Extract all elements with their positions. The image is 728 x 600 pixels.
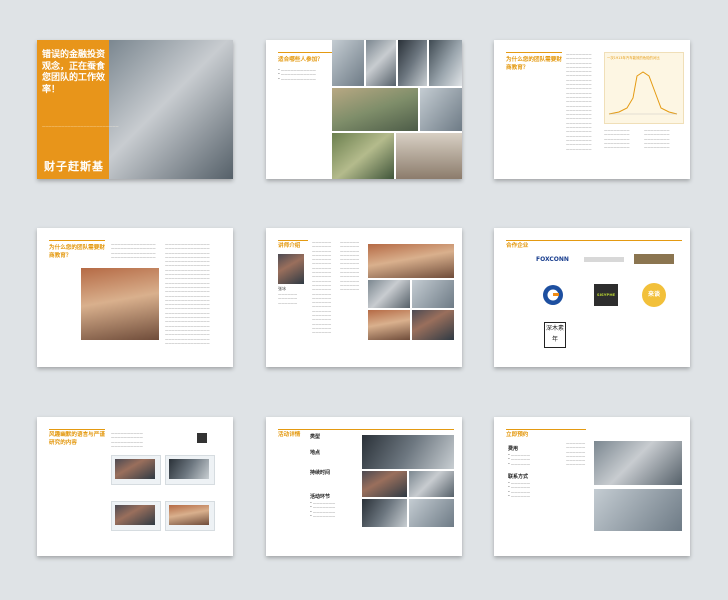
class-photo	[412, 280, 454, 308]
class-photo	[412, 310, 454, 340]
label-activities: 活动环节	[310, 494, 331, 500]
photo	[332, 88, 418, 131]
event-photo	[409, 499, 454, 527]
heading-rule	[506, 240, 682, 241]
contact-text: • —————— • —————— • —————— • ——————	[508, 481, 531, 498]
page-heading: 风趣幽默的语言与严谨研究的内容	[49, 432, 105, 446]
team-photo	[81, 268, 159, 340]
photo	[429, 40, 462, 86]
heading-rule	[506, 429, 586, 430]
logo-foxconn: FOXCONN	[536, 256, 569, 263]
brochure-page-why-chart: 为什么您的团队需要财商教育？ ———————— ———————— ———————— —…	[494, 40, 690, 179]
page-heading: 讲师介绍	[278, 243, 301, 249]
photo	[396, 133, 462, 179]
heading-rule	[506, 52, 562, 53]
heading-rule	[278, 52, 334, 53]
heading-rule	[49, 429, 105, 430]
heading-rule	[278, 429, 454, 430]
video-thumbnail	[165, 455, 215, 485]
body-text: ————————————————————————————————————————	[111, 431, 143, 448]
booking-photo	[594, 489, 682, 531]
chart-title: 一次1913年汽车能效的危险的对比	[607, 56, 660, 60]
page-heading: 为什么您的团队需要财商教育？	[49, 245, 105, 259]
event-photo	[362, 499, 407, 527]
body-text: ————————————————————————————————————————…	[111, 242, 156, 259]
brochure-page-content: 风趣幽默的语言与严谨研究的内容 —————————— —————————— ————…	[37, 417, 233, 556]
booking-photo	[594, 441, 682, 485]
cover-title: 错误的金融投资观念，正在蚕食您团队的工作效率！	[42, 50, 106, 95]
photo	[366, 40, 396, 86]
brochure-page-details: 活动详情 类型 地点 持续时间 活动环节 • ——————— • ——————— •…	[266, 417, 462, 556]
page-heading: 立即预约	[506, 432, 529, 438]
partner-logo	[584, 257, 624, 262]
heading-rule	[278, 240, 308, 241]
class-photo	[368, 310, 410, 340]
photo	[398, 40, 427, 86]
logo-shenmu: 深木素年	[544, 322, 566, 348]
fee-text: • —————— • —————— • ——————	[508, 453, 531, 466]
event-photo	[409, 471, 454, 497]
body-text: ————————————————————————————————————————	[604, 128, 630, 150]
logo-sisyphe: SISYPHE	[594, 284, 618, 306]
event-photo	[362, 435, 454, 469]
partner-logo	[634, 254, 674, 264]
brochure-page-instructor: 讲师介绍 张冰 —————— —————— —————— —————— —————— —…	[266, 228, 462, 367]
photo	[332, 40, 364, 86]
body-text: —————— —————— —————— —————— —————— ——————	[566, 441, 586, 467]
page-heading: 为什么您的团队需要财商教育？	[506, 57, 562, 71]
photo	[420, 88, 462, 131]
brochure-page-why-team: 为什么您的团队需要财商教育？ —————————————— ———————————…	[37, 228, 233, 367]
instructor-bio: —————— —————— ——————	[278, 292, 298, 305]
line-chart	[608, 71, 678, 115]
brochure-page-cover: 错误的金融投资观念，正在蚕食您团队的工作效率！ ————————————————…	[37, 40, 233, 179]
brochure-page-audience: 适合哪些人参加？ • ——————————— • ——————————— • ———…	[266, 40, 462, 179]
audience-list: • ——————————— • ——————————— • ———————————	[278, 68, 316, 81]
body-text: ————————————————————————————————————————…	[566, 52, 592, 151]
chart-box: 一次1913年汽车能效的危险的对比	[604, 52, 684, 124]
video-thumbnail	[111, 455, 161, 485]
qr-code	[197, 433, 207, 443]
partner-logo-g	[543, 285, 563, 305]
label-fee: 费用	[508, 446, 519, 452]
body-text: ————————————————————————————————————————	[644, 128, 670, 150]
brochure-page-partners: 合作企业 FOXCONN SISYPHE 来谈 深木素年	[494, 228, 690, 367]
label-location: 地点	[310, 450, 321, 456]
label-type: 类型	[310, 434, 321, 440]
seminar-photo	[109, 40, 233, 179]
body-text: ————————————————————————————————————————…	[340, 240, 360, 292]
cover-subtext: ————————————————————————	[42, 124, 119, 128]
activities-list: • ——————— • ——————— • ——————— • ———————	[310, 501, 336, 518]
page-heading: 适合哪些人参加？	[278, 57, 323, 63]
video-thumbnail	[165, 501, 215, 531]
heading-rule	[49, 240, 105, 241]
video-thumbnail	[111, 501, 161, 531]
body-text: ————————————————————————————————————————…	[165, 242, 210, 345]
label-duration: 持续时间	[310, 470, 331, 476]
class-photo	[368, 280, 410, 308]
label-contact: 联系方式	[508, 474, 529, 480]
instructor-portrait	[278, 254, 304, 284]
body-text: ————————————————————————————————————————…	[312, 240, 332, 335]
brand-logo: 财子赶斯基	[44, 160, 104, 173]
class-photo	[368, 244, 454, 278]
brochure-page-booking: 立即预约 费用 • —————— • —————— • —————— 联系方式 • …	[494, 417, 690, 556]
page-heading: 活动详情	[278, 432, 301, 438]
logo-laitan: 来谈	[642, 283, 666, 307]
page-heading: 合作企业	[506, 243, 529, 249]
event-photo	[362, 471, 407, 497]
photo	[332, 133, 394, 179]
